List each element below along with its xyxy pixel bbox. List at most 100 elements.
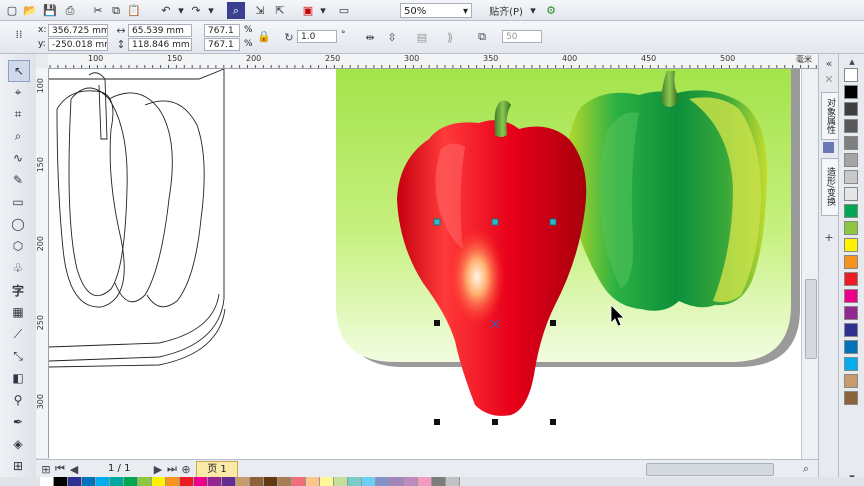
interactive-blend-tool-icon[interactable]: ◧ [8,368,28,388]
search-content-icon[interactable]: ⌕ [227,2,245,19]
palette-swatch[interactable] [278,477,292,486]
palette-swatch[interactable] [844,102,858,116]
palette-swatch[interactable] [180,477,194,486]
align-distribute-icon[interactable]: ▤ [414,29,430,45]
cut-icon[interactable]: ✂ [90,2,106,19]
undo-dropdown-icon[interactable]: ▾ [176,2,186,19]
smart-fill-tool-icon[interactable]: ✎ [8,170,28,190]
page-tab[interactable]: 页 1 [196,461,238,478]
fill-tool-icon[interactable]: ◈ [8,434,28,454]
palette-swatch[interactable] [292,477,306,486]
palette-swatch[interactable] [376,477,390,486]
horizontal-ruler[interactable]: 100 150 200 250 300 350 400 450 500 毫米 [48,54,818,69]
y-position-input[interactable]: -250.018 mm [48,38,108,51]
lock-ratio-icon[interactable]: 🔒 [257,30,271,43]
mirror-vertical-icon[interactable]: ⇳ [384,29,400,45]
zoom-level-select[interactable]: 50% ▾ [400,3,472,18]
palette-swatch[interactable] [390,477,404,486]
wrap-text-icon[interactable]: ⟫ [442,29,458,45]
page-navigator-icon[interactable]: ⊞ [40,463,52,476]
palette-swatch[interactable] [68,477,82,486]
rectangle-tool-icon[interactable]: ▭ [8,192,28,212]
palette-swatch[interactable] [844,323,858,337]
zoom-tool-icon[interactable]: ⌕ [8,126,28,146]
palette-swatch[interactable] [844,187,858,201]
basic-shapes-tool-icon[interactable]: ♧ [8,258,28,278]
width-input[interactable]: 65.539 mm [128,24,192,37]
palette-swatch[interactable] [222,477,236,486]
freehand-tool-icon[interactable]: ∿ [8,148,28,168]
docker-tab-shaping[interactable]: 造形/变换 [821,158,839,216]
palette-swatch[interactable] [306,477,320,486]
palette-swatch[interactable] [208,477,222,486]
palette-swatch[interactable] [138,477,152,486]
text-tool-icon[interactable]: 字 [8,280,28,300]
table-tool-icon[interactable]: ▦ [8,302,28,322]
palette-swatch[interactable] [844,170,858,184]
palette-swatch[interactable] [362,477,376,486]
import-icon[interactable]: ⇲ [252,2,268,19]
palette-swatch[interactable] [844,85,858,99]
palette-swatch[interactable] [152,477,166,486]
options-icon[interactable]: ⚙ [544,2,558,19]
palette-swatch[interactable] [844,272,858,286]
undo-icon[interactable]: ↶ [158,2,174,19]
interactive-fill-tool-icon[interactable]: ⊞ [8,456,28,476]
palette-swatch[interactable] [250,477,264,486]
palette-swatch[interactable] [54,477,68,486]
connector-tool-icon[interactable]: ⤡ [8,346,28,366]
object-origin-icon[interactable]: ⁞⁞ [12,27,26,41]
save-icon[interactable]: 💾 [42,2,58,19]
snap-dropdown-icon[interactable]: ▾ [528,2,538,19]
palette-swatch[interactable] [844,255,858,269]
scale-y-input[interactable]: 767.1 [204,38,240,51]
pick-tool-icon[interactable]: ↖ [8,60,30,82]
open-icon[interactable]: 📂 [22,2,38,19]
redo-dropdown-icon[interactable]: ▾ [206,2,216,19]
copy-icon[interactable]: ⧉ [108,2,124,19]
add-page-icon[interactable]: ⊕ [180,463,192,476]
palette-swatch[interactable] [844,68,858,82]
previous-page-icon[interactable]: ◀ [68,463,80,476]
export-icon[interactable]: ⇱ [272,2,288,19]
eyedropper-tool-icon[interactable]: ⚲ [8,390,28,410]
mirror-horizontal-icon[interactable]: ⇹ [362,29,378,45]
order-icon[interactable]: ⧉ [474,29,490,45]
palette-scroll-up-icon[interactable]: ▴ [845,55,859,68]
scrollbar-thumb[interactable] [805,279,817,359]
palette-swatch[interactable] [844,374,858,388]
snap-to-menu[interactable]: 贴齐(P) [486,2,526,19]
palette-swatch[interactable] [432,477,446,486]
application-launcher-icon[interactable]: ▣ [300,2,316,19]
ellipse-tool-icon[interactable]: ◯ [8,214,28,234]
print-icon[interactable]: ⎙ [62,2,78,19]
palette-swatch[interactable] [844,136,858,150]
new-document-icon[interactable]: ▢ [4,2,20,19]
vertical-scrollbar[interactable] [801,69,819,459]
palette-swatch[interactable] [194,477,208,486]
palette-swatch[interactable] [320,477,334,486]
paste-icon[interactable]: 📋 [126,2,142,19]
palette-swatch[interactable] [264,477,278,486]
last-page-icon[interactable]: ⏭ [166,462,178,475]
palette-swatch[interactable] [348,477,362,486]
palette-swatch[interactable] [334,477,348,486]
palette-swatch[interactable] [110,477,124,486]
palette-swatch[interactable] [844,153,858,167]
palette-swatch[interactable] [844,289,858,303]
palette-swatch[interactable] [40,477,54,486]
palette-swatch[interactable] [844,204,858,218]
outline-pen-tool-icon[interactable]: ✒ [8,412,28,432]
shape-tool-icon[interactable]: ⌖ [8,82,28,102]
palette-swatch[interactable] [166,477,180,486]
full-screen-preview-icon[interactable]: ▭ [336,2,352,19]
palette-swatch[interactable] [844,340,858,354]
add-docker-icon[interactable]: + [822,230,836,244]
palette-swatch[interactable] [844,391,858,405]
palette-swatch[interactable] [844,221,858,235]
palette-swatch[interactable] [844,119,858,133]
height-input[interactable]: 118.846 mm [128,38,192,51]
palette-swatch[interactable] [96,477,110,486]
docker-close-icon[interactable]: ✕ [822,72,836,86]
vertical-ruler[interactable]: 100 150 200 250 300 [36,68,49,458]
